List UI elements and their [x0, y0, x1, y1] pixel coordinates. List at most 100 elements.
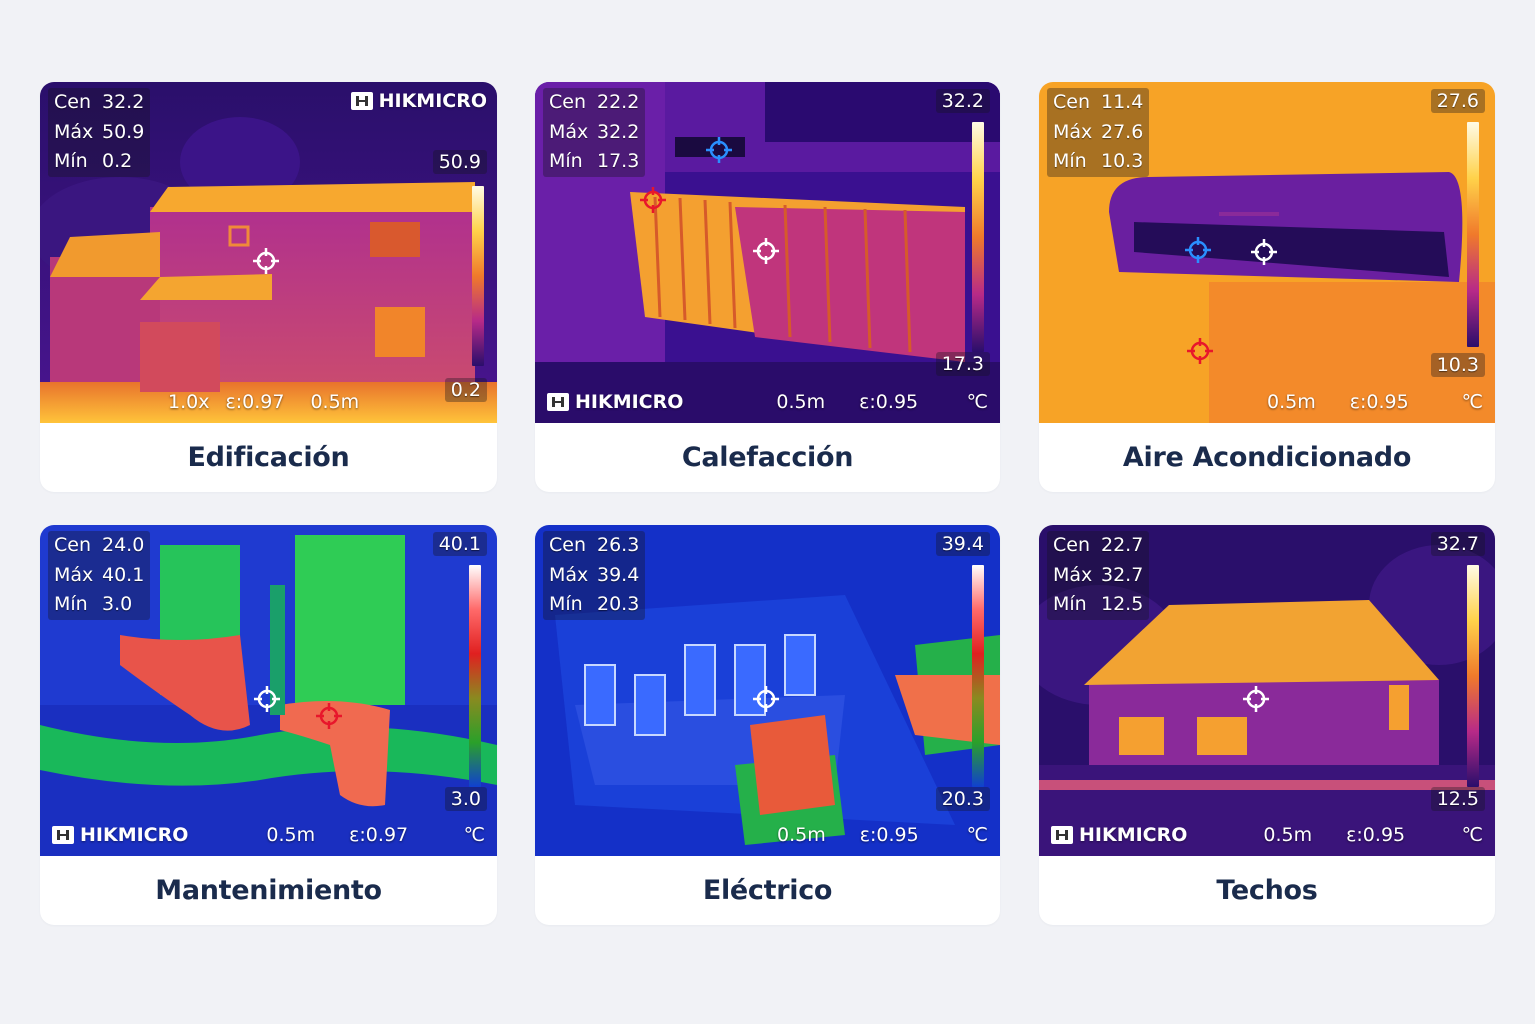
cen-label: Cen	[54, 534, 91, 556]
card-caption: Mantenimiento	[155, 875, 382, 906]
color-scale-bar	[972, 122, 984, 352]
cen-value: 11.4	[1101, 91, 1144, 113]
cen-label: Cen	[549, 534, 586, 556]
temperature-readout: Cen 22.2 Máx 32.2 Mín 17.3	[543, 88, 646, 177]
brand-hikmicro: HIKMICRO	[1051, 824, 1187, 846]
image-footer: HIKMICRO 0.5m ε:0.97 ℃	[52, 824, 485, 846]
temperature-readout: Cen 11.4 Máx 27.6 Mín 10.3	[1047, 88, 1150, 177]
card-caption: Aire Acondicionado	[1122, 442, 1412, 473]
scale-min: 20.3	[935, 787, 990, 811]
scale-min: 17.3	[935, 352, 990, 376]
scale-min: 3.0	[444, 787, 487, 811]
max-label: Máx	[1053, 563, 1093, 586]
color-scale-bar	[972, 565, 984, 787]
scale-min: 10.3	[1430, 353, 1485, 377]
cen-label: Cen	[54, 91, 91, 113]
cen-value: 32.2	[102, 91, 145, 113]
brand-hikmicro: HIKMICRO	[52, 824, 188, 846]
max-label: Máx	[1053, 120, 1093, 143]
color-scale-bar	[469, 565, 481, 787]
brand-name: HIKMICRO	[575, 391, 684, 413]
card-electrico[interactable]: Cen 26.3 Máx 39.4 Mín 20.3 39.4 20.3 0.5m ε…	[535, 525, 1000, 925]
card-caption: Edificación	[187, 442, 350, 473]
card-calefaccion[interactable]: Cen 22.2 Máx 32.2 Mín 17.3 32.2 17.3 HIKMIC…	[535, 82, 1000, 492]
unit: ℃	[966, 391, 988, 413]
distance: 0.5m	[776, 391, 826, 413]
image-footer: 1.0x ε:0.97 0.5m	[168, 391, 485, 413]
emissivity: ε:0.97	[225, 391, 285, 413]
card-aire-acondicionado[interactable]: Cen 11.4 Máx 27.6 Mín 10.3 27.6 10.3 0.5m ε…	[1039, 82, 1495, 492]
emissivity: ε:0.97	[349, 824, 409, 846]
center-crosshair-icon	[252, 247, 280, 275]
distance: 0.5m	[1267, 391, 1316, 413]
min-value: 17.3	[597, 150, 640, 172]
cen-value: 22.2	[597, 91, 640, 113]
min-label: Mín	[54, 593, 88, 615]
distance: 0.5m	[777, 824, 826, 846]
emissivity: ε:0.95	[1346, 824, 1406, 846]
color-scale-bar	[1467, 565, 1479, 787]
min-value: 20.3	[597, 593, 640, 615]
distance: 0.5m	[310, 391, 360, 413]
cen-value: 26.3	[597, 534, 640, 556]
min-value: 3.0	[102, 593, 133, 615]
temperature-readout: Cen 32.2 Máx 50.9 Mín 0.2	[48, 88, 151, 177]
cen-value: 22.7	[1101, 534, 1144, 556]
image-footer: 0.5m ε:0.95 ℃	[777, 824, 988, 846]
min-label: Mín	[54, 150, 88, 172]
cen-label: Cen	[549, 91, 586, 113]
max-value: 39.4	[597, 563, 640, 586]
brand-name: HIKMICRO	[1079, 824, 1188, 846]
scale-max: 32.2	[935, 89, 990, 113]
unit: ℃	[463, 824, 485, 846]
cen-label: Cen	[1053, 91, 1090, 113]
card-caption: Eléctrico	[702, 875, 833, 906]
center-crosshair-icon	[752, 685, 780, 713]
card-mantenimiento[interactable]: Cen 24.0 Máx 40.1 Mín 3.0 40.1 3.0 HIKMICRO…	[40, 525, 497, 925]
max-value: 40.1	[102, 563, 145, 586]
scale-max: 32.7	[1430, 532, 1485, 556]
min-value: 12.5	[1101, 593, 1144, 615]
hikmicro-logo-icon	[350, 92, 373, 110]
min-label: Mín	[549, 150, 583, 172]
card-techos[interactable]: Cen 22.7 Máx 32.7 Mín 12.5 32.7 12.5 HIKMIC…	[1039, 525, 1495, 925]
temperature-readout: Cen 24.0 Máx 40.1 Mín 3.0	[48, 531, 151, 620]
min-value: 0.2	[102, 150, 133, 172]
center-crosshair-icon	[752, 237, 780, 265]
image-footer: 0.5m ε:0.95 ℃	[1267, 391, 1483, 413]
min-label: Mín	[1053, 593, 1087, 615]
hikmicro-logo-icon	[52, 826, 74, 844]
thermal-image-edificacion: Cen 32.2 Máx 50.9 Mín 0.2 HIKMICRO 50.9 0.2…	[40, 82, 497, 423]
brand-hikmicro: HIKMICRO	[350, 90, 487, 112]
thermal-image-aire-acondicionado: Cen 11.4 Máx 27.6 Mín 10.3 27.6 10.3 0.5m ε…	[1039, 82, 1495, 423]
temperature-readout: Cen 22.7 Máx 32.7 Mín 12.5	[1047, 531, 1150, 620]
color-scale-bar	[472, 186, 484, 366]
cen-value: 24.0	[102, 534, 145, 556]
scale-max: 39.4	[935, 532, 990, 556]
scale-max: 40.1	[432, 532, 487, 556]
max-value: 27.6	[1101, 120, 1144, 143]
card-edificacion[interactable]: Cen 32.2 Máx 50.9 Mín 0.2 HIKMICRO 50.9 0.2…	[40, 82, 497, 492]
min-value: 10.3	[1101, 150, 1144, 172]
brand-name: HIKMICRO	[80, 824, 189, 846]
thermal-image-mantenimiento: Cen 24.0 Máx 40.1 Mín 3.0 40.1 3.0 HIKMICRO…	[40, 525, 497, 856]
distance: 0.5m	[266, 824, 316, 846]
brand-name: HIKMICRO	[378, 90, 487, 112]
hikmicro-logo-icon	[547, 393, 569, 411]
min-crosshair-icon	[1184, 236, 1212, 264]
max-crosshair-icon	[315, 702, 343, 730]
scale-min: 12.5	[1430, 787, 1485, 811]
zoom-level: 1.0x	[168, 391, 210, 413]
thermal-gallery: Cen 32.2 Máx 50.9 Mín 0.2 HIKMICRO 50.9 0.2…	[0, 0, 1535, 1024]
max-value: 32.2	[597, 120, 640, 143]
brand-hikmicro: HIKMICRO	[547, 391, 683, 413]
image-footer: HIKMICRO 0.5m ε:0.95 ℃	[547, 391, 988, 413]
emissivity: ε:0.95	[859, 391, 919, 413]
center-crosshair-icon	[253, 685, 281, 713]
min-crosshair-icon	[705, 136, 733, 164]
image-footer: HIKMICRO 0.5m ε:0.95 ℃	[1051, 824, 1483, 846]
unit: ℃	[1461, 391, 1483, 413]
max-label: Máx	[549, 563, 589, 586]
max-label: Máx	[54, 120, 94, 143]
thermal-image-techos: Cen 22.7 Máx 32.7 Mín 12.5 32.7 12.5 HIKMIC…	[1039, 525, 1495, 856]
